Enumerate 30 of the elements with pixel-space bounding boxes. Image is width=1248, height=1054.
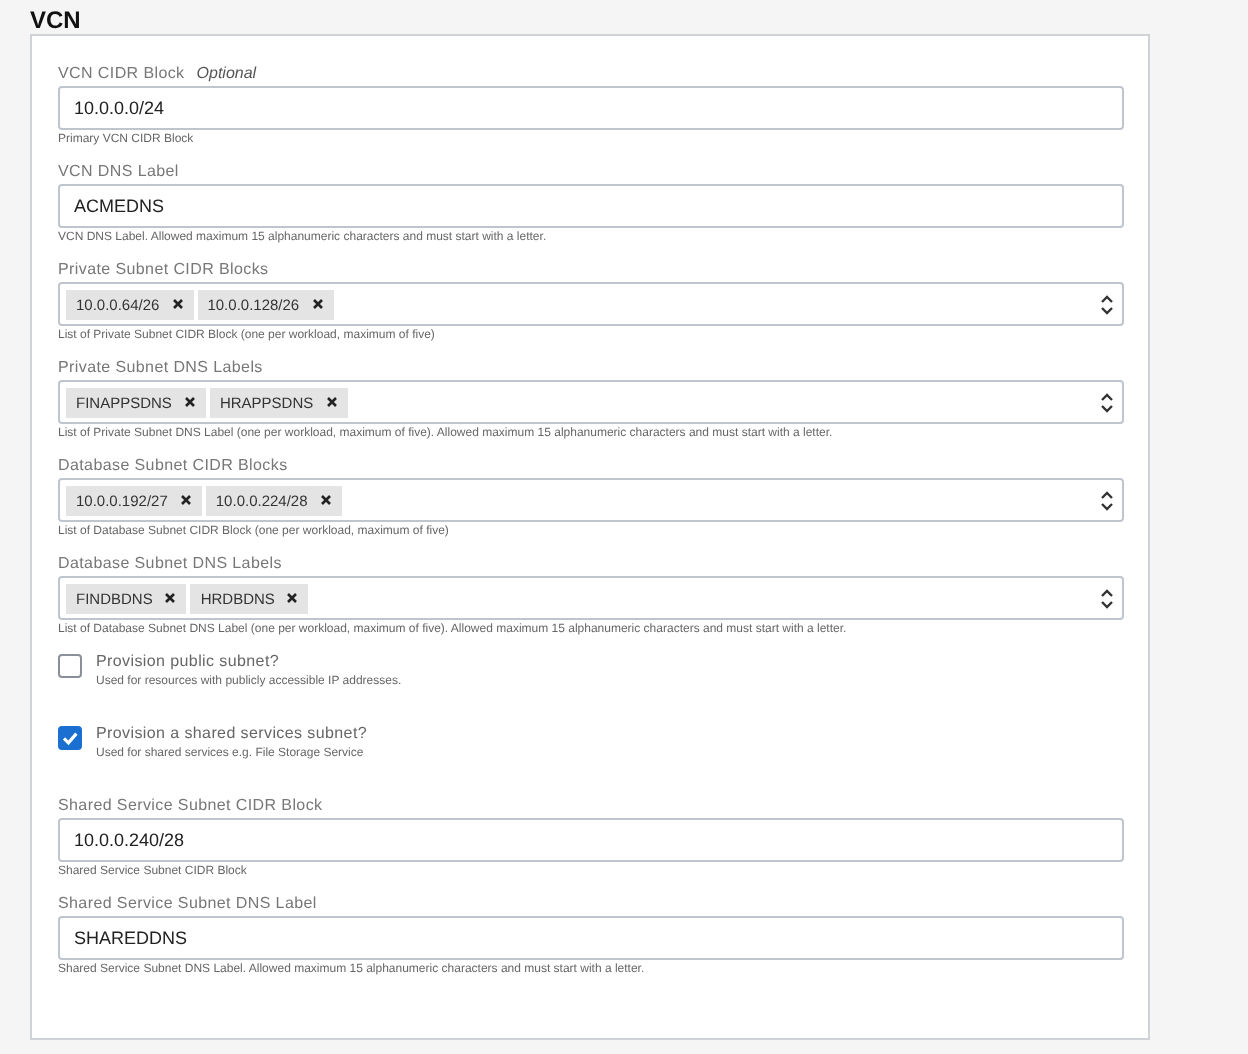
section-title: VCN: [30, 6, 83, 34]
remove-icon[interactable]: [319, 494, 332, 506]
checkbox-label: Provision public subnet?: [96, 652, 282, 670]
field-label: Shared Service Subnet DNS Label: [58, 894, 317, 912]
input-field[interactable]: 10.0.0.0/24: [58, 86, 1124, 130]
remove-icon[interactable]: [311, 298, 324, 310]
field-label: Shared Service Subnet CIDR Block: [58, 796, 323, 814]
input-field[interactable]: SHAREDDNS: [58, 916, 1124, 960]
remove-icon[interactable]: [164, 592, 177, 604]
remove-icon[interactable]: [171, 298, 184, 310]
input-field[interactable]: ACMEDNS: [58, 184, 1124, 228]
remove-icon[interactable]: [183, 396, 196, 408]
remove-icon[interactable]: [179, 494, 192, 506]
remove-icon[interactable]: [325, 396, 338, 408]
sort-caret-icon: [1100, 588, 1114, 610]
sort-caret-icon: [1100, 490, 1114, 512]
field-label: Database Subnet CIDR Blocks: [58, 456, 288, 474]
checkbox[interactable]: [58, 654, 82, 678]
optional-tag: Optional: [196, 64, 257, 82]
field-label: Database Subnet DNS Labels: [58, 554, 282, 572]
input-field[interactable]: 10.0.0.240/28: [58, 818, 1124, 862]
sort-caret-icon: [1100, 392, 1114, 414]
remove-icon[interactable]: [286, 592, 299, 604]
field-label: Private Subnet DNS Labels: [58, 358, 263, 376]
checkbox[interactable]: [58, 726, 82, 750]
sort-caret-icon: [1100, 294, 1114, 316]
field-label: Private Subnet CIDR Blocks: [58, 260, 269, 278]
checkbox-label: Provision a shared services subnet?: [96, 724, 368, 742]
field-label: VCN CIDR Block: [58, 64, 185, 82]
field-label: VCN DNS Label: [58, 162, 179, 180]
